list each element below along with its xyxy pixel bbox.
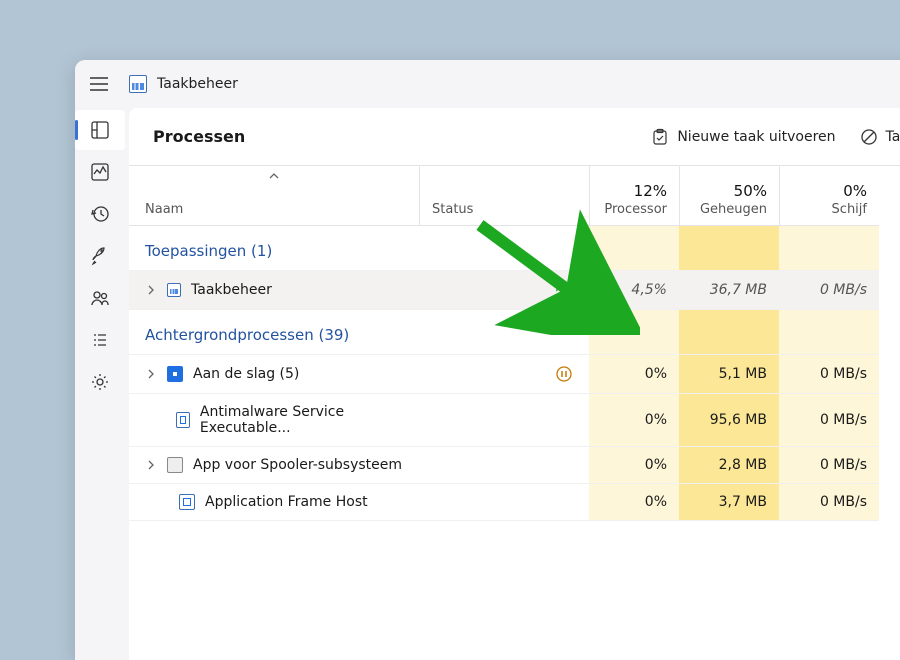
app-icon <box>129 75 147 93</box>
chevron-right-icon[interactable] <box>145 369 157 379</box>
exe-icon <box>179 494 195 510</box>
disk-cell: 0 MB/s <box>779 271 879 310</box>
process-name: App voor Spooler-subsysteem <box>193 457 402 473</box>
nav-startup[interactable] <box>75 236 125 276</box>
pause-icon <box>555 365 573 383</box>
cpu-cell: 0% <box>589 394 679 447</box>
nav-performance[interactable] <box>75 152 125 192</box>
mem-pct-value: 50% <box>734 182 767 200</box>
col-status[interactable]: Status <box>419 166 589 226</box>
end-task-button[interactable]: Taak be <box>848 122 900 152</box>
sort-indicator-icon <box>268 172 280 180</box>
col-name-label: Naam <box>145 202 407 217</box>
end-task-label: Taak be <box>886 129 900 145</box>
main-header: Processen Nieuwe taak uitvoeren Taak be <box>129 108 900 166</box>
process-name: Antimalware Service Executable... <box>200 404 407 436</box>
mem-cell: 36,7 MB <box>679 271 779 310</box>
chevron-right-icon[interactable] <box>145 285 157 295</box>
page-title: Processen <box>153 127 639 146</box>
startup-icon <box>90 246 110 266</box>
process-name: Application Frame Host <box>205 494 368 510</box>
gear-icon <box>90 372 110 392</box>
hamburger-icon <box>90 77 108 91</box>
col-name[interactable]: Naam <box>129 166 419 226</box>
col-cpu-label: Processor <box>604 202 667 217</box>
nav-settings[interactable] <box>75 362 125 402</box>
hamburger-menu[interactable] <box>79 64 119 104</box>
app-title: Taakbeheer <box>157 76 238 92</box>
chevron-right-icon[interactable] <box>145 460 157 470</box>
process-name: Taakbeheer <box>191 282 272 298</box>
col-disk-label: Schijf <box>832 202 867 217</box>
run-new-task-button[interactable]: Nieuwe taak uitvoeren <box>639 122 847 152</box>
mem-cell: 5,1 MB <box>679 355 779 394</box>
group-title: Achtergrondprocessen (39) <box>129 310 419 355</box>
block-icon <box>860 128 878 146</box>
mem-cell: 3,7 MB <box>679 484 779 521</box>
taskmgr-icon <box>167 283 181 297</box>
nav-details[interactable] <box>75 320 125 360</box>
col-cpu[interactable]: 12% Processor <box>589 166 679 226</box>
printer-icon <box>167 457 183 473</box>
history-icon <box>90 204 110 224</box>
performance-icon <box>90 162 110 182</box>
main-panel: Processen Nieuwe taak uitvoeren Taak be … <box>129 108 900 660</box>
clipboard-check-icon <box>651 128 669 146</box>
nav-processes[interactable] <box>75 110 125 150</box>
leaf-icon <box>555 281 573 299</box>
cpu-cell: 0% <box>589 447 679 484</box>
run-new-task-label: Nieuwe taak uitvoeren <box>677 129 835 145</box>
disk-cell: 0 MB/s <box>779 447 879 484</box>
users-icon <box>90 288 110 308</box>
processes-icon <box>90 120 110 140</box>
exe-icon <box>176 412 190 428</box>
group-title: Toepassingen (1) <box>129 226 419 271</box>
disk-cell: 0 MB/s <box>779 394 879 447</box>
col-status-label: Status <box>432 202 577 217</box>
process-table: Naam Status 12% Processor 50% Geheugen 0… <box>129 166 900 521</box>
col-mem-label: Geheugen <box>700 202 767 217</box>
disk-pct-value: 0% <box>843 182 867 200</box>
disk-cell: 0 MB/s <box>779 355 879 394</box>
cpu-cell: 0% <box>589 355 679 394</box>
cpu-cell: 0% <box>589 484 679 521</box>
cpu-pct-value: 12% <box>634 182 667 200</box>
process-name: Aan de slag (5) <box>193 366 299 382</box>
nav-app-history[interactable] <box>75 194 125 234</box>
cpu-cell: 4,5% <box>589 271 679 310</box>
app-icon <box>167 366 183 382</box>
task-manager-window: Taakbeheer <box>75 60 900 660</box>
mem-cell: 2,8 MB <box>679 447 779 484</box>
col-mem[interactable]: 50% Geheugen <box>679 166 779 226</box>
col-disk[interactable]: 0% Schijf <box>779 166 879 226</box>
disk-cell: 0 MB/s <box>779 484 879 521</box>
mem-cell: 95,6 MB <box>679 394 779 447</box>
titlebar: Taakbeheer <box>75 60 900 108</box>
details-icon <box>90 330 110 350</box>
sidebar <box>75 108 125 660</box>
nav-users[interactable] <box>75 278 125 318</box>
